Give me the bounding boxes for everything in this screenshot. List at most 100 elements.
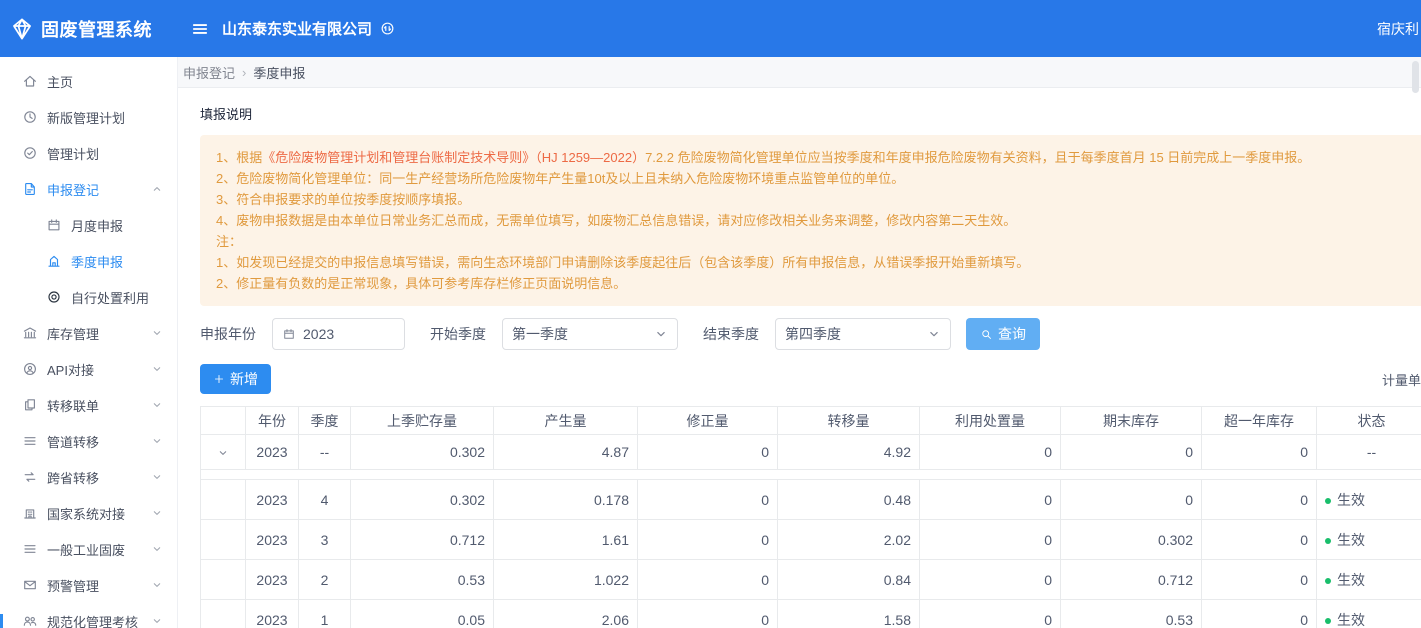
sidebar-subitem[interactable]: 自行处置利用 — [0, 279, 177, 315]
sidebar-item[interactable]: API对接 — [0, 351, 177, 387]
sidebar-item-label: 跨省转移 — [47, 468, 99, 487]
sidebar-item-label: 月度申报 — [71, 216, 123, 235]
chevron-down-icon — [151, 507, 163, 519]
table-cell: 0 — [638, 480, 778, 520]
column-header[interactable]: 状态 — [1317, 407, 1421, 435]
end-quarter-label: 结束季度 — [703, 324, 759, 344]
sidebar-item[interactable]: 新版管理计划 — [0, 99, 177, 135]
column-header[interactable]: 超一年库存 — [1202, 407, 1317, 435]
sidebar-item[interactable]: 国家系统对接 — [0, 495, 177, 531]
column-header[interactable]: 期末库存 — [1061, 407, 1202, 435]
breadcrumb-item-current: 季度申报 — [253, 63, 305, 82]
sidebar-item-label: 转移联单 — [47, 396, 99, 415]
table-toolbar: 新增 计量单 — [200, 364, 1421, 394]
notice-box: 1、根据《危险废物管理计划和管理台账制定技术导则》（HJ 1259—2022）7… — [200, 135, 1421, 306]
year-input[interactable]: 2023 — [272, 318, 405, 350]
sidebar-subitem[interactable]: 季度申报 — [0, 243, 177, 279]
table-cell: -- — [299, 435, 351, 470]
sidebar-item-label: 自行处置利用 — [71, 288, 149, 307]
plan-icon — [22, 109, 38, 125]
username[interactable]: 宿庆利 — [1377, 19, 1421, 39]
summary-row: 2023--0.3024.8704.92000-- — [201, 435, 1421, 470]
sidebar-item-label: 管理计划 — [47, 144, 99, 163]
chevron-down-icon — [151, 471, 163, 483]
quarterly-report-table: 年份季度上季贮存量产生量修正量转移量利用处置量期末库存超一年库存状态 2023 --… — [200, 406, 1421, 628]
quarter-icon — [46, 253, 62, 269]
table-cell: 0 — [1061, 435, 1202, 470]
scrollbar-thumb[interactable] — [1412, 61, 1419, 93]
sidebar-item-label: 主页 — [47, 72, 73, 91]
table-cell: 4.92 — [778, 435, 920, 470]
collapse-row-icon[interactable] — [217, 447, 229, 459]
sidebar-item[interactable]: 申报登记 — [0, 171, 177, 207]
breadcrumb-separator-icon: › — [242, 65, 246, 80]
plan2-icon — [22, 145, 38, 161]
chevron-down-icon — [151, 435, 163, 447]
table-cell: 4 — [299, 480, 351, 520]
end-quarter-select[interactable]: 第四季度 — [775, 318, 951, 350]
team-icon — [22, 613, 38, 628]
search-button[interactable]: 查询 — [966, 318, 1040, 350]
sidebar-item[interactable]: 转移联单 — [0, 387, 177, 423]
breadcrumb-item[interactable]: 申报登记 — [183, 63, 235, 82]
column-header[interactable]: 修正量 — [638, 407, 778, 435]
sidebar-item[interactable]: 主页 — [0, 63, 177, 99]
column-header[interactable]: 利用处置量 — [920, 407, 1061, 435]
sidebar-item[interactable]: 规范化管理考核 — [0, 603, 177, 628]
add-button-label: 新增 — [230, 369, 258, 389]
hamburger-menu-icon[interactable] — [191, 20, 209, 38]
column-header[interactable]: 季度 — [299, 407, 351, 435]
sidebar-subitem[interactable]: 月度申报 — [0, 207, 177, 243]
plus-icon — [213, 373, 225, 385]
sidebar-item-label: 新版管理计划 — [47, 108, 125, 127]
table-cell: 1.58 — [778, 600, 920, 628]
year-value: 2023 — [303, 326, 334, 342]
year-filter-label: 申报年份 — [200, 324, 256, 344]
table-cell: 0 — [638, 600, 778, 628]
sidebar-item-label: 管道转移 — [47, 432, 99, 451]
home-icon — [22, 73, 38, 89]
table-cell: 2023 — [246, 560, 299, 600]
column-header[interactable]: 产生量 — [494, 407, 638, 435]
add-button[interactable]: 新增 — [200, 364, 271, 394]
chevron-down-icon — [151, 579, 163, 591]
table-cell: 0.48 — [778, 480, 920, 520]
table-cell: 2 — [299, 560, 351, 600]
table-cell: 0.712 — [1061, 560, 1202, 600]
status-dot — [1325, 538, 1331, 544]
column-header[interactable]: 上季贮存量 — [351, 407, 494, 435]
start-quarter-select[interactable]: 第一季度 — [502, 318, 678, 350]
table-cell: -- — [1317, 435, 1421, 470]
column-header[interactable]: 年份 — [246, 407, 299, 435]
column-header-expand — [201, 407, 246, 435]
sidebar-scrollbar[interactable] — [0, 614, 3, 628]
company-name: 山东泰东实业有限公司 — [222, 18, 372, 39]
notice-line: 2、修正量有负数的是正常现象，具体可参考库存栏修正页面说明信息。 — [216, 273, 1421, 294]
breadcrumb: 申报登记 › 季度申报 — [178, 57, 1421, 88]
sidebar-item[interactable]: 预警管理 — [0, 567, 177, 603]
chevron-down-icon — [654, 327, 668, 341]
table-cell: 0 — [920, 560, 1061, 600]
table-cell: 2.06 — [494, 600, 638, 628]
sidebar-item[interactable]: 库存管理 — [0, 315, 177, 351]
start-quarter-label: 开始季度 — [430, 324, 486, 344]
sidebar-item-label: 国家系统对接 — [47, 504, 125, 523]
table-cell: 0 — [920, 435, 1061, 470]
status-text: 生效 — [1337, 612, 1365, 628]
column-header[interactable]: 转移量 — [778, 407, 920, 435]
table-cell: 生效 — [1317, 520, 1421, 560]
page-body: 主页新版管理计划管理计划申报登记月度申报季度申报自行处置利用库存管理API对接转… — [0, 57, 1421, 628]
sidebar-item[interactable]: 一般工业固废 — [0, 531, 177, 567]
sidebar-item[interactable]: 跨省转移 — [0, 459, 177, 495]
table-cell: 0.302 — [351, 480, 494, 520]
table-cell: 0 — [638, 520, 778, 560]
lines-icon — [22, 433, 38, 449]
mail-icon — [22, 577, 38, 593]
switch-company-icon[interactable] — [379, 20, 396, 37]
sidebar-item[interactable]: 管理计划 — [0, 135, 177, 171]
table-cell: 0 — [1202, 480, 1317, 520]
sidebar-item[interactable]: 管道转移 — [0, 423, 177, 459]
notice-line: 注： — [216, 231, 1421, 252]
chevron-down-icon — [151, 399, 163, 411]
app-window: 固废管理系统 山东泰东实业有限公司 宿庆利 主页新版管理计划管理计划申报登记月度… — [0, 0, 1421, 628]
